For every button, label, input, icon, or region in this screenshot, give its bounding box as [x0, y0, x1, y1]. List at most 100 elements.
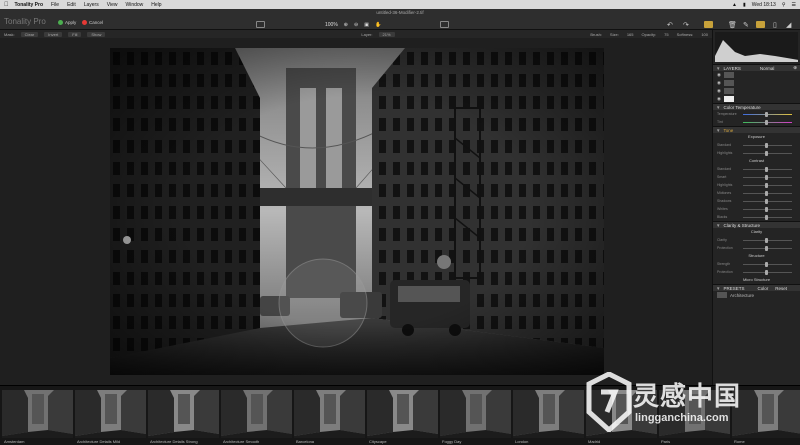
photo-image: [110, 48, 604, 375]
menu-view[interactable]: View: [107, 2, 118, 8]
menu-layers[interactable]: Layers: [84, 2, 99, 8]
presets-reset-button[interactable]: Reset: [775, 286, 787, 291]
zoom-level[interactable]: 100%: [325, 22, 338, 28]
clarity-section-header[interactable]: ▼ Clarity & Structure: [713, 221, 800, 228]
preset-label[interactable]: Architecture Details Strong: [150, 439, 198, 444]
layer-row[interactable]: ◉: [713, 95, 800, 103]
micro-structure-label[interactable]: Micro Structure: [713, 276, 800, 284]
wifi-icon[interactable]: ▲: [732, 2, 737, 8]
tint-slider[interactable]: Tint: [713, 118, 800, 126]
mask-fill-button[interactable]: Fill: [68, 31, 82, 37]
clarity-protection-slider[interactable]: Protection: [713, 244, 800, 252]
clarity-slider[interactable]: Clarity: [713, 236, 800, 244]
mask-clear-button[interactable]: Clear: [20, 31, 39, 37]
add-layer-icon[interactable]: ⊕: [793, 65, 797, 71]
preset-thumbnail[interactable]: [2, 390, 73, 438]
layer-row[interactable]: ◉: [713, 87, 800, 95]
preset-thumbnail[interactable]: [659, 390, 730, 438]
eye-icon[interactable]: ◉: [717, 80, 721, 86]
preset-thumbnail[interactable]: [440, 390, 511, 438]
brush-icon[interactable]: ✎: [743, 21, 749, 29]
preset-label[interactable]: Madrid: [588, 439, 600, 444]
shadows-slider[interactable]: Shadows: [713, 197, 800, 205]
menu-help[interactable]: Help: [151, 2, 161, 8]
preset-thumbnail[interactable]: [367, 390, 438, 438]
preset-label[interactable]: Amsterdam: [4, 439, 24, 444]
compare-view-icon[interactable]: [256, 21, 265, 28]
presets-color-button[interactable]: Color: [757, 286, 768, 291]
split-view-icon[interactable]: [440, 21, 449, 28]
menu-window[interactable]: Window: [125, 2, 143, 8]
whites-slider[interactable]: Whites: [713, 205, 800, 213]
hand-tool-icon[interactable]: ✋: [375, 22, 381, 28]
cancel-button[interactable]: Cancel: [82, 18, 103, 27]
image-canvas[interactable]: [0, 38, 712, 385]
photo-preview[interactable]: [110, 48, 604, 375]
search-icon[interactable]: ⚲: [782, 2, 786, 8]
preset-thumbnail[interactable]: [294, 390, 365, 438]
exposure-label: Exposure: [748, 134, 765, 139]
presets-section-header[interactable]: ▼ PRESETS Color Reset: [713, 284, 800, 291]
preset-label[interactable]: Rome: [734, 439, 745, 444]
preset-label[interactable]: London: [515, 439, 528, 444]
opacity-value[interactable]: 75: [664, 32, 668, 37]
list-icon[interactable]: ☰: [792, 2, 796, 8]
menu-app-name[interactable]: Tonality Pro: [15, 2, 44, 8]
exposure-highlights-slider[interactable]: Highlights: [713, 149, 800, 157]
brush-label[interactable]: Brush:: [590, 32, 602, 37]
blend-mode-select[interactable]: Normal: [760, 66, 775, 71]
zoom-out-icon[interactable]: ⊖: [354, 22, 358, 28]
mask-invert-button[interactable]: Invert: [44, 31, 63, 37]
structure-protection-slider[interactable]: Protection: [713, 268, 800, 276]
midtones-slider[interactable]: Midtones: [713, 189, 800, 197]
exposure-standard-slider[interactable]: Standard: [713, 141, 800, 149]
redo-icon[interactable]: ↷: [683, 21, 689, 29]
preset-label[interactable]: Cityscape: [369, 439, 387, 444]
trash-icon[interactable]: 🗑: [728, 21, 737, 29]
structure-strength-slider[interactable]: Strength: [713, 260, 800, 268]
menu-file[interactable]: File: [51, 2, 59, 8]
menu-edit[interactable]: Edit: [67, 2, 76, 8]
highlights-slider[interactable]: Highlights: [713, 181, 800, 189]
preset-label[interactable]: Barcelona: [296, 439, 314, 444]
layer-row[interactable]: ◉: [713, 79, 800, 87]
preset-thumbnail[interactable]: [148, 390, 219, 438]
zoom-fit-icon[interactable]: ▣: [364, 22, 369, 28]
preset-thumbnail[interactable]: [732, 390, 800, 438]
color-temperature-header[interactable]: ▼ Color Temperature: [713, 103, 800, 110]
preset-label[interactable]: Architecture Smooth: [223, 439, 259, 444]
preset-label[interactable]: Architecture Details Mild: [77, 439, 120, 444]
histogram-graph: [715, 40, 798, 62]
preset-label[interactable]: Paris: [661, 439, 670, 444]
battery-icon[interactable]: ▮: [743, 2, 746, 8]
histogram-toggle-icon[interactable]: [704, 21, 713, 28]
eraser-icon[interactable]: ▯: [773, 21, 777, 29]
layer-opacity-value[interactable]: 21%: [378, 31, 395, 37]
preset-thumbnail[interactable]: [221, 390, 292, 438]
zoom-in-icon[interactable]: ⊕: [344, 22, 348, 28]
apply-button[interactable]: Apply: [58, 18, 76, 27]
blacks-slider[interactable]: Blacks: [713, 213, 800, 221]
eye-icon[interactable]: ◉: [717, 88, 721, 94]
preset-thumbnail[interactable]: [75, 390, 146, 438]
preset-thumbnail[interactable]: [586, 390, 657, 438]
preset-thumbnail[interactable]: [513, 390, 584, 438]
gradient-icon[interactable]: ◢: [786, 21, 791, 29]
contrast-smart-slider[interactable]: Smart: [713, 173, 800, 181]
mask-tool-icon[interactable]: [756, 21, 765, 28]
mask-show-button[interactable]: Show: [87, 31, 106, 37]
size-value[interactable]: 165: [627, 32, 634, 37]
menubar-clock[interactable]: Wed 18:13: [752, 2, 776, 8]
softness-value[interactable]: 100: [701, 32, 708, 37]
tone-section-header[interactable]: ▼ Tone: [713, 126, 800, 133]
undo-icon[interactable]: ↶: [667, 21, 673, 29]
contrast-standard-slider[interactable]: Standard: [713, 165, 800, 173]
eye-icon[interactable]: ◉: [717, 72, 721, 78]
temperature-slider[interactable]: Temperature: [713, 110, 800, 118]
layer-row[interactable]: ◉: [713, 71, 800, 79]
eye-icon[interactable]: ◉: [717, 96, 721, 102]
layers-section-header[interactable]: ▼ LAYERS Normal ⊕: [713, 64, 800, 71]
preset-category[interactable]: Architecture: [713, 291, 800, 299]
preset-label[interactable]: Foggy Day: [442, 439, 461, 444]
apple-icon[interactable]: : [4, 2, 9, 8]
